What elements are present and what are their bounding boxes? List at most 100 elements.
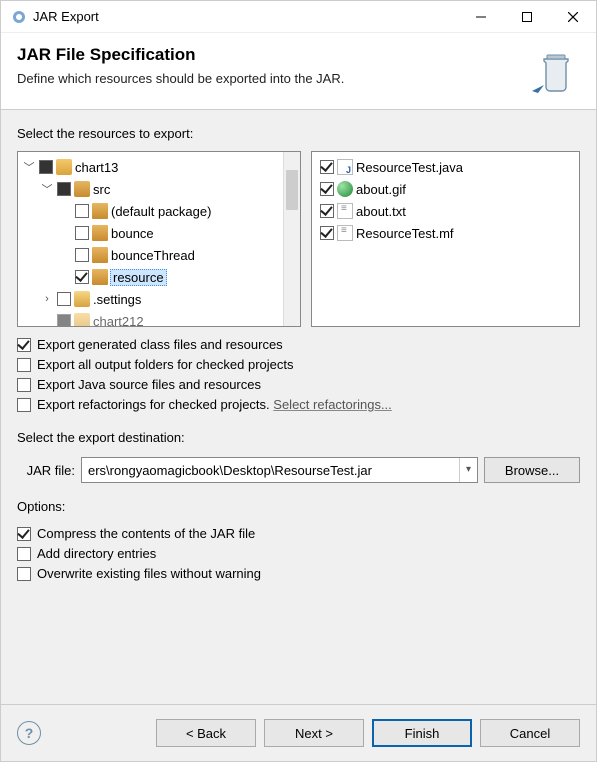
resource-tree[interactable]: ﹀ chart13 ﹀ src (18, 152, 283, 326)
opt-add-dirs[interactable]: Add directory entries (17, 546, 580, 561)
page-title: JAR File Specification (17, 45, 522, 65)
file-name: ResourceTest.mf (356, 226, 454, 241)
resources-label: Select the resources to export: (17, 126, 580, 141)
checkbox[interactable] (17, 527, 31, 541)
wizard-footer: ? < Back Next > Finish Cancel (1, 704, 596, 761)
browse-button[interactable]: Browse... (484, 457, 580, 483)
titlebar: JAR Export (1, 1, 596, 33)
collapse-icon[interactable]: ﹀ (40, 182, 54, 196)
jar-path-input[interactable] (82, 463, 459, 478)
option-label: Add directory entries (37, 546, 156, 561)
export-options: Export generated class files and resourc… (17, 337, 580, 412)
dropdown-icon[interactable]: ▾ (459, 458, 477, 482)
checkbox[interactable] (17, 378, 31, 392)
tree-label: .settings (93, 292, 141, 307)
help-icon[interactable]: ? (17, 721, 41, 745)
tree-node-settings[interactable]: › .settings (40, 288, 281, 310)
tree-label: chart212 (93, 314, 144, 327)
tree-node-chart212[interactable]: chart212 (40, 310, 281, 326)
jar-path-combo[interactable]: ▾ (81, 457, 478, 483)
list-item[interactable]: ResourceTest.java (318, 156, 573, 178)
destination-label: Select the export destination: (17, 430, 580, 445)
package-icon (92, 203, 108, 219)
opt-overwrite[interactable]: Overwrite existing files without warning (17, 566, 580, 581)
collapse-icon[interactable]: ﹀ (22, 160, 36, 174)
project-icon (56, 159, 72, 175)
checkbox[interactable] (17, 398, 31, 412)
tree-node-bounce[interactable]: bounce (58, 222, 281, 244)
checkbox[interactable] (320, 226, 334, 240)
tree-node-default-package[interactable]: (default package) (58, 200, 281, 222)
select-refactorings-link[interactable]: Select refactorings... (273, 397, 392, 412)
tree-label: bounce (111, 226, 154, 241)
minimize-button[interactable] (458, 1, 504, 32)
back-button[interactable]: < Back (156, 719, 256, 747)
text-file-icon (337, 203, 353, 219)
list-item[interactable]: about.txt (318, 200, 573, 222)
list-item[interactable]: ResourceTest.mf (318, 222, 573, 244)
destination-row: JAR file: ▾ Browse... (17, 457, 580, 483)
list-item[interactable]: about.gif (318, 178, 573, 200)
option-label: Export generated class files and resourc… (37, 337, 283, 352)
java-file-icon (337, 159, 353, 175)
opt-export-java-source[interactable]: Export Java source files and resources (17, 377, 580, 392)
jar-icon (532, 45, 580, 93)
cancel-button[interactable]: Cancel (480, 719, 580, 747)
checkbox[interactable] (320, 182, 334, 196)
checkbox[interactable] (17, 338, 31, 352)
option-label: Overwrite existing files without warning (37, 566, 261, 581)
file-name: ResourceTest.java (356, 160, 463, 175)
file-name: about.gif (356, 182, 406, 197)
checkbox[interactable] (39, 160, 53, 174)
opt-export-refactorings[interactable]: Export refactorings for checked projects… (17, 397, 580, 412)
checkbox[interactable] (75, 204, 89, 218)
package-icon (92, 225, 108, 241)
package-icon (92, 269, 108, 285)
option-label: Compress the contents of the JAR file (37, 526, 255, 541)
scrollbar[interactable] (283, 152, 300, 326)
tree-node-resource[interactable]: resource (58, 266, 281, 288)
opt-export-all-outputs[interactable]: Export all output folders for checked pr… (17, 357, 580, 372)
checkbox[interactable] (57, 314, 71, 326)
jar-file-label: JAR file: (17, 463, 75, 478)
wizard-banner: JAR File Specification Define which reso… (1, 33, 596, 110)
manifest-file-icon (337, 225, 353, 241)
package-icon (92, 247, 108, 263)
checkbox[interactable] (75, 226, 89, 240)
wizard-content: Select the resources to export: ﹀ chart1… (1, 110, 596, 704)
checkbox[interactable] (320, 204, 334, 218)
project-icon (74, 313, 90, 326)
checkbox[interactable] (17, 567, 31, 581)
checkbox[interactable] (75, 270, 89, 284)
tree-node-chart13[interactable]: ﹀ chart13 (22, 156, 281, 178)
checkbox[interactable] (320, 160, 334, 174)
tree-node-src[interactable]: ﹀ src (40, 178, 281, 200)
app-icon (11, 9, 27, 25)
close-button[interactable] (550, 1, 596, 32)
maximize-button[interactable] (504, 1, 550, 32)
folder-icon (74, 291, 90, 307)
option-label: Export Java source files and resources (37, 377, 261, 392)
option-label: Export refactorings for checked projects… (37, 397, 273, 412)
tree-label: chart13 (75, 160, 118, 175)
checkbox[interactable] (57, 182, 71, 196)
window-title: JAR Export (33, 9, 458, 24)
file-name: about.txt (356, 204, 406, 219)
checkbox[interactable] (57, 292, 71, 306)
checkbox[interactable] (17, 358, 31, 372)
resource-tree-pane: ﹀ chart13 ﹀ src (17, 151, 301, 327)
page-description: Define which resources should be exporte… (17, 71, 522, 86)
tree-label: (default package) (111, 204, 211, 219)
checkbox[interactable] (75, 248, 89, 262)
opt-export-generated[interactable]: Export generated class files and resourc… (17, 337, 580, 352)
file-list-pane[interactable]: ResourceTest.java about.gif about.txt Re… (311, 151, 580, 327)
checkbox[interactable] (17, 547, 31, 561)
next-button[interactable]: Next > (264, 719, 364, 747)
expand-icon[interactable]: › (40, 292, 54, 306)
tree-node-bounceThread[interactable]: bounceThread (58, 244, 281, 266)
options-label: Options: (17, 499, 580, 514)
options-block: Compress the contents of the JAR file Ad… (17, 526, 580, 581)
opt-compress[interactable]: Compress the contents of the JAR file (17, 526, 580, 541)
tree-label: bounceThread (111, 248, 195, 263)
finish-button[interactable]: Finish (372, 719, 472, 747)
